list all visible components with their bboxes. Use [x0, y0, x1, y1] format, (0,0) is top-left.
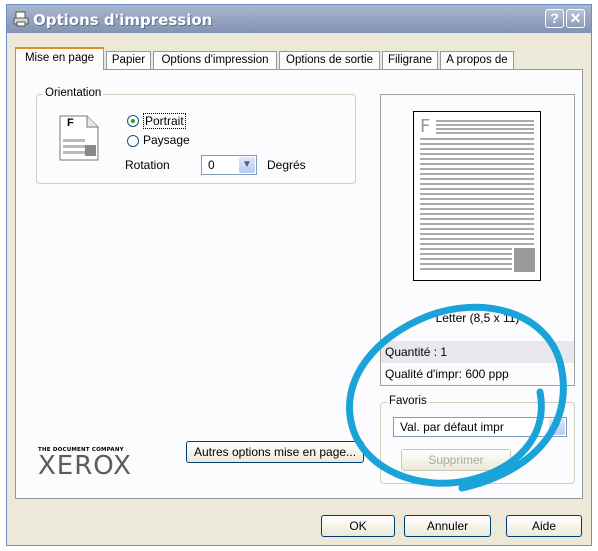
printer-icon [13, 11, 29, 27]
ok-button[interactable]: OK [321, 515, 395, 537]
favorites-select[interactable]: Val. par défaut impr ▼ [393, 417, 567, 437]
rotation-label: Rotation [125, 158, 170, 172]
paper-size-label: Letter (8,5 x 11) [435, 311, 520, 325]
window-title: Options d'impression [33, 11, 213, 29]
preview-lines [420, 120, 535, 272]
delete-favorite-button[interactable]: Supprimer [401, 449, 511, 471]
favorites-selected-value: Val. par défaut impr [400, 420, 504, 434]
quality-row: Qualité d'impr: 600 ppp [381, 363, 574, 385]
print-options-window: Options d'impression ? ✕ Mise en page Pa… [6, 4, 592, 546]
rotation-select[interactable]: 0 ▼ [201, 155, 257, 175]
orientation-icon-letter: F [67, 117, 74, 129]
xerox-logo: THE DOCUMENT COMPANY XEROX [38, 447, 132, 479]
help-icon: ? [550, 10, 559, 26]
help-title-button[interactable]: ? [545, 9, 564, 28]
tab-options-impression[interactable]: Options d'impression [153, 51, 277, 69]
orientation-page-icon [59, 115, 99, 161]
chevron-down-icon[interactable]: ▼ [549, 419, 565, 435]
favorites-group: Favoris Val. par défaut impr ▼ Supprimer [380, 395, 575, 484]
preview-paper: F [413, 111, 541, 281]
tab-options-sortie[interactable]: Options de sortie [279, 51, 380, 69]
close-icon: ✕ [569, 10, 582, 26]
quality-label: Qualité d'impr: 600 ppp [385, 367, 509, 381]
landscape-label[interactable]: Paysage [143, 133, 190, 147]
tab-panel: Orientation F Portrait Paysage Rotation … [15, 69, 583, 499]
xerox-name: XEROX [38, 451, 132, 481]
chevron-down-icon[interactable]: ▼ [239, 157, 255, 173]
tab-mise-en-page[interactable]: Mise en page [15, 47, 104, 70]
orientation-group: Orientation F Portrait Paysage Rotation … [36, 87, 356, 184]
close-button[interactable]: ✕ [566, 9, 585, 28]
orientation-group-label: Orientation [43, 87, 104, 99]
more-layout-options-button[interactable]: Autres options mise en page... [186, 441, 364, 463]
favorites-group-label: Favoris [387, 395, 429, 407]
page-preview: F Letter (8,5 x 11) Quantité: 1 Qualité… [380, 94, 575, 386]
help-button[interactable]: Aide [506, 515, 582, 537]
degrees-label: Degrés [267, 158, 306, 172]
portrait-label[interactable]: Portrait [143, 113, 186, 129]
cancel-button[interactable]: Annuler [404, 515, 491, 537]
title-bar[interactable]: Options d'impression ? ✕ [7, 5, 591, 33]
tab-filigrane[interactable]: Filigrane [382, 51, 438, 69]
quantity-row: Quantité : 1 [381, 341, 574, 363]
tab-papier[interactable]: Papier [106, 51, 151, 69]
tab-a-propos[interactable]: A propos de [440, 51, 514, 69]
landscape-radio[interactable] [127, 135, 139, 147]
portrait-radio[interactable] [127, 115, 139, 127]
rotation-value: 0 [208, 158, 215, 172]
quantity-label: Quantité : 1 [385, 345, 448, 359]
